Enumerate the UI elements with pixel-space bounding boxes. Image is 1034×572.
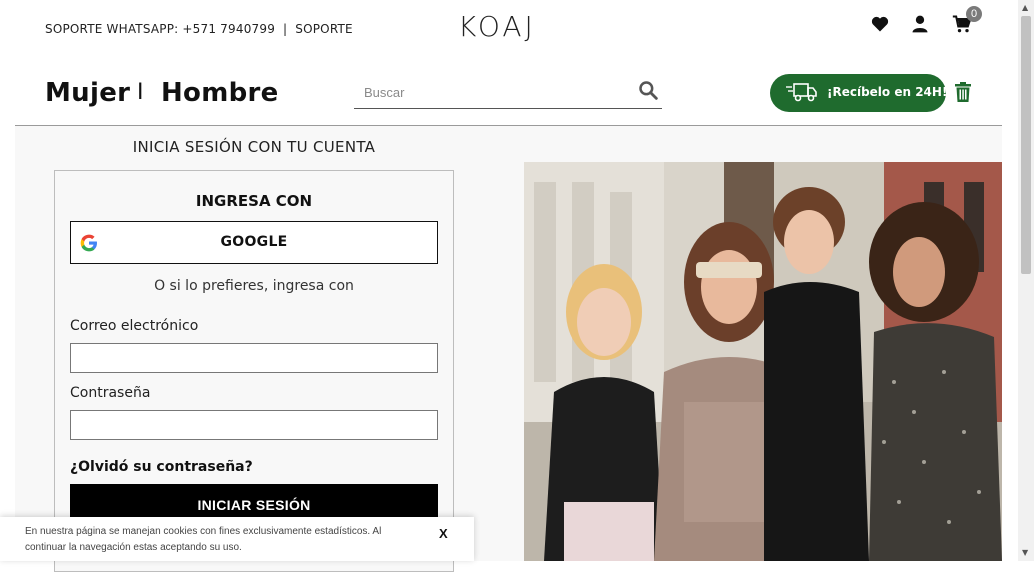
- brand-logo[interactable]: KOAJ: [458, 10, 536, 43]
- cart-count-badge: 0: [966, 6, 982, 22]
- delivery-24h-button[interactable]: ¡Recíbelo en 24H!: [770, 74, 948, 112]
- search-bar: [354, 76, 662, 109]
- nav-mujer[interactable]: Mujer: [45, 78, 130, 108]
- cookie-banner: En nuestra página se manejan cookies con…: [0, 517, 474, 561]
- delivery-label: ¡Recíbelo en 24H!: [827, 85, 948, 99]
- nav-separator: I: [137, 80, 144, 105]
- main-nav: Mujer I Hombre ¡Recíbelo en 24H!: [0, 60, 1018, 124]
- search-input[interactable]: [362, 80, 626, 104]
- promo-photo: [524, 162, 1002, 561]
- email-label: Correo electrónico: [70, 318, 199, 334]
- support-link[interactable]: SOPORTE: [295, 22, 353, 36]
- scroll-down-arrow[interactable]: ▼: [1022, 549, 1028, 557]
- cookie-text: En nuestra página se manejan cookies con…: [25, 526, 382, 553]
- password-field[interactable]: [70, 410, 438, 440]
- heart-icon[interactable]: [870, 14, 894, 38]
- ingresa-con-heading: INGRESA CON: [195, 192, 313, 210]
- support-separator: |: [283, 22, 288, 36]
- login-form: INGRESA CON GOOGLE O si lo prefieres, in…: [54, 170, 454, 572]
- top-bar: SOPORTE WHATSAPP: +571 7940799 | SOPORTE K…: [0, 0, 1018, 60]
- support-info: SOPORTE WHATSAPP: +571 7940799 | SOPORTE: [45, 22, 353, 36]
- header-actions: 0: [848, 6, 1018, 44]
- support-whatsapp[interactable]: SOPORTE WHATSAPP: +571 7940799: [45, 22, 275, 36]
- cookie-close-button[interactable]: X: [439, 526, 448, 541]
- truck-icon: [786, 83, 817, 102]
- page-title: INICIA SESIÓN CON TU CUENTA: [132, 138, 376, 156]
- google-login-button[interactable]: GOOGLE: [70, 221, 438, 264]
- google-button-label: GOOGLE: [220, 234, 288, 250]
- forgot-password-link[interactable]: ¿Olvidó su contraseña?: [70, 459, 253, 475]
- scrollbar-thumb[interactable]: [1021, 16, 1031, 274]
- page-scrollbar[interactable]: ▲ ▼: [1018, 0, 1034, 561]
- login-section: INICIA SESIÓN CON TU CUENTA INGRESA CON …: [15, 126, 1002, 572]
- scroll-up-arrow[interactable]: ▲: [1022, 4, 1028, 12]
- user-icon[interactable]: [910, 14, 934, 38]
- alternative-login-text: O si lo prefieres, ingresa con: [154, 278, 354, 294]
- cart-icon[interactable]: 0: [952, 6, 982, 38]
- search-icon[interactable]: [638, 80, 660, 102]
- nav-hombre[interactable]: Hombre: [161, 78, 279, 108]
- email-field[interactable]: [70, 343, 438, 373]
- password-label: Contraseña: [70, 385, 151, 401]
- trash-icon[interactable]: [954, 82, 974, 104]
